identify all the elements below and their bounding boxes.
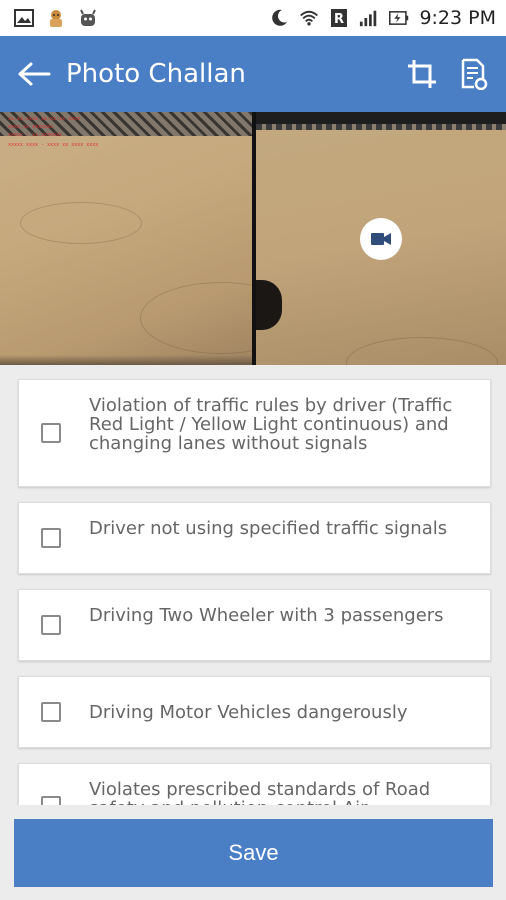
violation-label: Violation of traffic rules by driver (Tr… — [89, 395, 453, 454]
violation-list[interactable]: Violation of traffic rules by driver (Tr… — [0, 365, 506, 805]
violation-checkbox[interactable] — [41, 423, 61, 443]
wood-grain — [346, 337, 498, 365]
violation-item[interactable]: Driver not using specified traffic signa… — [18, 502, 491, 574]
photo-stamp-line: xx.xx.xxxx xx:xx:xx xxxx — [8, 116, 81, 122]
android-icon — [78, 8, 98, 28]
violation-item[interactable]: Violates prescribed standards of Road sa… — [18, 763, 491, 805]
violation-checkbox[interactable] — [41, 702, 61, 722]
photo-shadow — [256, 280, 282, 330]
crop-button[interactable] — [404, 56, 440, 92]
clock: 9:23 PM — [419, 7, 496, 29]
violation-label: Driving Motor Vehicles dangerously — [89, 702, 408, 723]
violation-label: Driving Two Wheeler with 3 passengers — [89, 605, 444, 626]
footer: Save — [0, 805, 506, 900]
app-bar: Photo Challan — [0, 36, 506, 112]
evidence-photo[interactable]: xx.xx.xxxx xx:xx:xx xxxx xxxx xx xxxxxxx… — [0, 112, 252, 365]
app-icon — [46, 8, 66, 28]
violation-label: Violates prescribed standards of Road sa… — [89, 779, 431, 805]
svg-text:R: R — [334, 12, 344, 27]
crop-icon — [408, 60, 436, 88]
photo-stamp-line: xxxxx : xx.xxxxxxx — [8, 132, 63, 138]
wood-grain — [140, 282, 252, 354]
photo-stamp-line: xxxxx xxxx - xxxx xx xxxx xxxx — [8, 142, 99, 148]
battery-charging-icon — [389, 8, 409, 28]
evidence-video[interactable] — [256, 112, 506, 365]
video-camera-icon — [371, 233, 391, 245]
roaming-icon: R — [329, 8, 349, 28]
status-bar: R 9:23 PM — [0, 0, 506, 36]
document-settings-icon — [461, 58, 488, 90]
photo-stamp-line: xxxx xx xxxxxxx — [8, 124, 54, 130]
wifi-icon — [299, 8, 319, 28]
violation-item[interactable]: Driving Motor Vehicles dangerously — [18, 676, 491, 748]
violation-checkbox[interactable] — [41, 796, 61, 805]
violation-checkbox[interactable] — [41, 615, 61, 635]
photo-shadow — [0, 355, 252, 365]
violation-item[interactable]: Violation of traffic rules by driver (Tr… — [18, 379, 491, 487]
image-icon — [14, 8, 34, 28]
wood-grain — [20, 202, 142, 244]
violation-checkbox[interactable] — [41, 528, 61, 548]
document-settings-button[interactable] — [456, 56, 492, 92]
media-strip: xx.xx.xxxx xx:xx:xx xxxx xxxx xx xxxxxxx… — [0, 112, 506, 365]
signal-icon — [359, 8, 379, 28]
back-button[interactable] — [16, 58, 52, 90]
page-title: Photo Challan — [66, 59, 246, 89]
violation-item[interactable]: Driving Two Wheeler with 3 passengers — [18, 589, 491, 661]
save-button[interactable]: Save — [14, 819, 493, 887]
photo-fence-pattern — [256, 112, 506, 130]
video-play-badge[interactable] — [360, 218, 402, 260]
violation-label: Driver not using specified traffic signa… — [89, 518, 448, 539]
moon-icon — [269, 8, 289, 28]
arrow-left-icon — [18, 62, 51, 86]
